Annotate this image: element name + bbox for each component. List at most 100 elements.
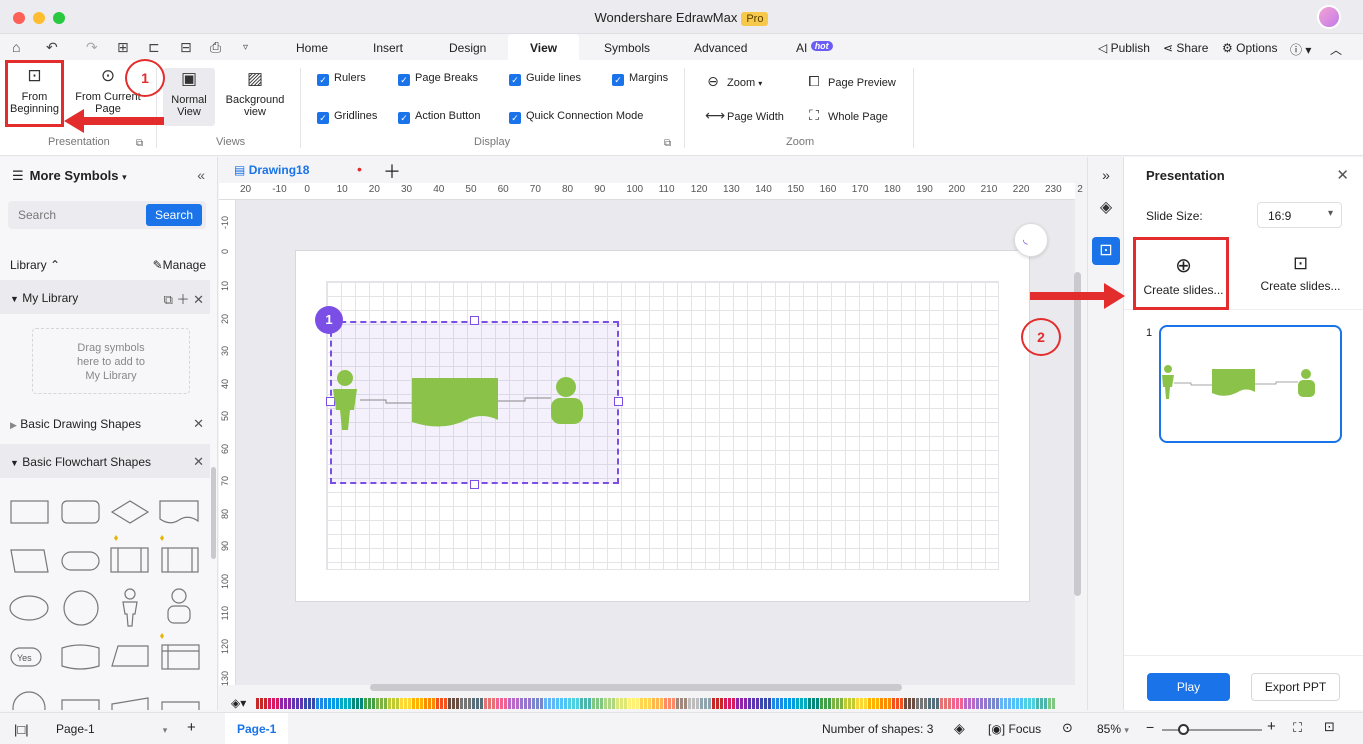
color-swatch[interactable] xyxy=(988,698,991,709)
color-swatch[interactable] xyxy=(536,698,539,709)
color-swatch[interactable] xyxy=(980,698,983,709)
resize-handle[interactable] xyxy=(614,397,623,406)
color-swatch[interactable] xyxy=(444,698,447,709)
color-swatch[interactable] xyxy=(576,698,579,709)
color-palette[interactable]: ◈▾ xyxy=(219,695,1087,712)
tab-home[interactable]: Home xyxy=(296,41,328,55)
color-swatch[interactable] xyxy=(692,698,695,709)
redo-icon[interactable]: ↷ xyxy=(86,39,98,56)
color-swatch[interactable] xyxy=(588,698,591,709)
color-swatch[interactable] xyxy=(968,698,971,709)
color-swatch[interactable] xyxy=(780,698,783,709)
color-swatch[interactable] xyxy=(276,698,279,709)
color-swatch[interactable] xyxy=(904,698,907,709)
color-swatch[interactable] xyxy=(712,698,715,709)
color-swatch[interactable] xyxy=(376,698,379,709)
color-swatch[interactable] xyxy=(720,698,723,709)
slide-thumbnail[interactable] xyxy=(1159,325,1342,443)
color-swatch[interactable] xyxy=(480,698,483,709)
color-swatch[interactable] xyxy=(532,698,535,709)
color-swatch[interactable] xyxy=(496,698,499,709)
color-swatch[interactable] xyxy=(716,698,719,709)
ellipse-shape[interactable] xyxy=(9,595,49,621)
color-swatch[interactable] xyxy=(852,698,855,709)
close-icon[interactable]: ✕ xyxy=(1336,166,1349,184)
color-swatch[interactable] xyxy=(640,698,643,709)
document-shape[interactable] xyxy=(412,378,498,427)
color-swatch[interactable] xyxy=(440,698,443,709)
color-swatch[interactable] xyxy=(912,698,915,709)
basic-drawing-shapes-row[interactable]: ▶ Basic Drawing Shapes ✕ xyxy=(0,406,210,440)
color-swatch[interactable] xyxy=(596,698,599,709)
color-swatch[interactable] xyxy=(880,698,883,709)
color-swatch[interactable] xyxy=(1052,698,1055,709)
color-swatch[interactable] xyxy=(300,698,303,709)
color-swatch[interactable] xyxy=(1036,698,1039,709)
color-swatch[interactable] xyxy=(636,698,639,709)
more-symbols-title[interactable]: ☰ More Symbols ▾ xyxy=(12,168,127,184)
color-swatch[interactable] xyxy=(672,698,675,709)
color-swatch[interactable] xyxy=(312,698,315,709)
my-library-row[interactable]: ▼ My Library ⧉ ＋ ✕ xyxy=(0,280,210,314)
color-swatch[interactable] xyxy=(628,698,631,709)
color-swatch[interactable] xyxy=(460,698,463,709)
color-swatch[interactable] xyxy=(256,698,259,709)
color-swatch[interactable] xyxy=(752,698,755,709)
color-swatch[interactable] xyxy=(840,698,843,709)
tab-symbols[interactable]: Symbols xyxy=(604,41,650,55)
publish-button[interactable]: ◁ Publish xyxy=(1098,41,1150,55)
color-swatch[interactable] xyxy=(332,698,335,709)
color-swatch[interactable] xyxy=(348,698,351,709)
color-swatch[interactable] xyxy=(400,698,403,709)
color-swatch[interactable] xyxy=(944,698,947,709)
color-swatch[interactable] xyxy=(260,698,263,709)
color-swatch[interactable] xyxy=(372,698,375,709)
tab-insert[interactable]: Insert xyxy=(373,41,403,55)
color-swatch[interactable] xyxy=(1008,698,1011,709)
color-swatch[interactable] xyxy=(476,698,479,709)
color-swatch[interactable] xyxy=(976,698,979,709)
color-swatch[interactable] xyxy=(280,698,283,709)
terminator-shape[interactable] xyxy=(61,551,100,571)
color-swatch[interactable] xyxy=(544,698,547,709)
color-swatch[interactable] xyxy=(664,698,667,709)
manage-button[interactable]: ✎Manage xyxy=(153,258,206,272)
color-swatch[interactable] xyxy=(948,698,951,709)
color-swatch[interactable] xyxy=(612,698,615,709)
color-swatch[interactable] xyxy=(284,698,287,709)
zoom-in-icon[interactable]: + xyxy=(1267,718,1276,735)
color-swatch[interactable] xyxy=(1020,698,1023,709)
color-swatch[interactable] xyxy=(548,698,551,709)
person-shape[interactable] xyxy=(122,588,138,627)
person-shape[interactable] xyxy=(333,370,357,430)
color-swatch[interactable] xyxy=(764,698,767,709)
color-swatch[interactable] xyxy=(448,698,451,709)
color-swatch[interactable] xyxy=(620,698,623,709)
color-swatch[interactable] xyxy=(888,698,891,709)
color-swatch[interactable] xyxy=(744,698,747,709)
color-swatch[interactable] xyxy=(436,698,439,709)
color-swatch[interactable] xyxy=(416,698,419,709)
color-swatch[interactable] xyxy=(608,698,611,709)
add-page-icon[interactable]: + xyxy=(187,719,196,736)
color-swatch[interactable] xyxy=(456,698,459,709)
color-swatch[interactable] xyxy=(684,698,687,709)
data-shape[interactable] xyxy=(10,549,49,573)
color-swatch[interactable] xyxy=(724,698,727,709)
color-swatch[interactable] xyxy=(592,698,595,709)
color-swatch[interactable] xyxy=(408,698,411,709)
color-swatch[interactable] xyxy=(508,698,511,709)
color-swatch[interactable] xyxy=(392,698,395,709)
quick-connection-checkbox[interactable]: ✓ Quick Connection Mode xyxy=(509,109,643,124)
color-swatch[interactable] xyxy=(484,698,487,709)
color-swatch[interactable] xyxy=(960,698,963,709)
page-width-button[interactable]: ⟷ Page Width xyxy=(705,107,784,123)
color-swatch[interactable] xyxy=(364,698,367,709)
color-swatch[interactable] xyxy=(676,698,679,709)
color-swatch[interactable] xyxy=(268,698,271,709)
color-swatch[interactable] xyxy=(788,698,791,709)
color-swatch[interactable] xyxy=(924,698,927,709)
color-swatch[interactable] xyxy=(864,698,867,709)
gridlines-checkbox[interactable]: ✓ Gridlines xyxy=(317,109,377,124)
fill-bucket-icon[interactable]: ◈▾ xyxy=(231,696,246,710)
